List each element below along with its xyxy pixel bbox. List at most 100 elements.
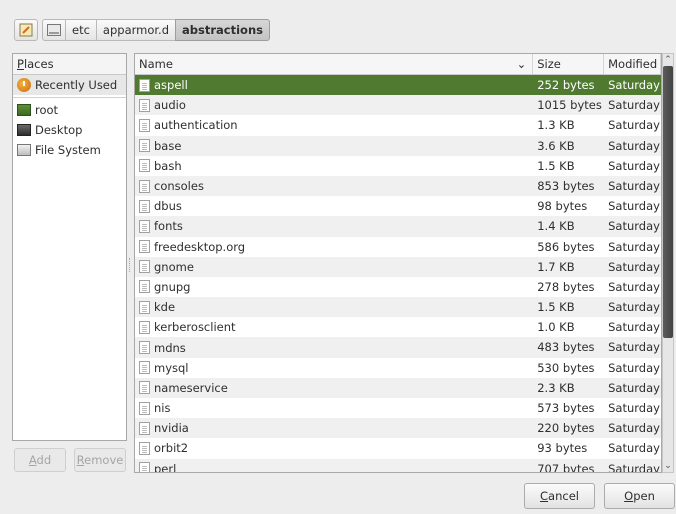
text-file-icon [139,421,150,435]
file-size: 483 bytes [537,340,595,355]
file-modified: Saturday [608,380,660,395]
file-modified: Saturday [608,421,660,436]
file-row[interactable]: perl 707 bytes Saturday [135,458,661,472]
file-row[interactable]: fonts 1.4 KB Saturday [135,216,661,237]
file-modified: Saturday [608,279,660,294]
file-name-cell: nis [135,398,533,418]
file-row[interactable]: nvidia 220 bytes Saturday [135,418,661,439]
scroll-thumb[interactable] [663,66,673,338]
file-name-cell: base [135,136,533,156]
file-name: consoles [154,179,204,194]
place-desktop[interactable]: Desktop [13,120,126,140]
file-modified: Saturday [608,401,660,415]
file-name: nis [154,401,171,416]
place-file-system[interactable]: File System [13,140,126,160]
text-file-icon [139,78,150,92]
file-row[interactable]: mdns 483 bytes Saturday [135,337,661,358]
place-root[interactable]: root [13,100,126,120]
file-modified: Saturday [608,300,660,315]
pane-resize-handle[interactable] [129,258,132,272]
file-name-cell: orbit2 [135,438,533,458]
file-row[interactable]: mysql 530 bytes Saturday [135,358,661,378]
file-name-cell: nameservice [135,378,533,398]
file-row[interactable]: base 3.6 KB Saturday [135,135,661,156]
file-size: 573 bytes [537,401,595,415]
file-name: gnome [154,259,194,274]
root-drive-button[interactable] [42,19,66,41]
edit-location-button[interactable] [14,19,38,41]
file-list: Name ⌄ Size Modified aspell 252 bytes Satu… [134,53,662,473]
file-row[interactable]: nis 573 bytes Saturday [135,398,661,418]
file-row[interactable]: bash 1.5 KB Saturday [135,156,661,176]
path-segment-etc[interactable]: etc [65,19,97,41]
file-modified: Saturday [608,320,660,335]
file-name: audio [154,98,186,113]
file-name-cell: freedesktop.org [135,237,533,257]
file-name-cell: kerberosclient [135,317,533,337]
file-row[interactable]: consoles 853 bytes Saturday [135,175,661,197]
file-row[interactable]: orbit2 93 bytes Saturday [135,438,661,458]
file-size: 1.4 KB [537,219,575,234]
file-name: kerberosclient [154,320,236,335]
text-file-icon [139,361,150,375]
file-row[interactable]: kerberosclient 1.0 KB Saturday [135,317,661,337]
file-name: mdns [154,340,186,355]
remove-button[interactable]: Remove [74,448,126,472]
scroll-down-icon[interactable]: ⌄ [663,460,673,472]
file-row[interactable]: gnupg 278 bytes Saturday [135,277,661,297]
open-button[interactable]: Open [604,483,675,509]
file-modified: Saturday [608,158,660,173]
file-row[interactable]: dbus 98 bytes Saturday [135,196,661,216]
file-size: 586 bytes [537,239,595,254]
add-button[interactable]: Add [14,448,66,472]
cancel-button[interactable]: Cancel [524,483,595,509]
file-name: aspell [154,78,188,93]
vertical-scrollbar[interactable]: ⌃ ⌄ [662,53,674,473]
place-recently-used[interactable]: Recently Used [13,75,126,95]
file-name-cell: authentication [135,115,533,135]
text-file-icon [139,462,150,472]
path-segment-apparmor[interactable]: apparmor.d [95,19,177,41]
column-modified-header[interactable]: Modified [604,54,661,74]
file-name-cell: consoles [135,176,533,196]
text-file-icon [139,341,150,355]
file-row[interactable]: aspell 252 bytes Saturday [135,75,661,96]
file-size: 98 bytes [537,199,588,214]
sort-indicator-icon: ⌄ [516,57,527,71]
file-name: nvidia [154,421,189,436]
file-row[interactable]: freedesktop.org 586 bytes Saturday [135,237,661,257]
file-size: 93 bytes [537,441,588,456]
file-row[interactable]: gnome 1.7 KB Saturday [135,256,661,277]
column-name-header[interactable]: Name ⌄ [135,54,534,74]
file-modified: Saturday [608,178,660,193]
scroll-up-icon[interactable]: ⌃ [663,54,673,66]
file-name-cell: kde [135,297,533,317]
file-name-cell: fonts [135,216,533,236]
file-name-cell: aspell [135,75,533,95]
file-row[interactable]: nameservice 2.3 KB Saturday [135,377,661,398]
file-row[interactable]: kde 1.5 KB Saturday [135,297,661,318]
file-size: 278 bytes [537,279,595,294]
file-name: nameservice [154,380,228,395]
file-size: 252 bytes [537,78,595,92]
text-file-icon [139,179,150,193]
path-segment-abstractions[interactable]: abstractions [175,19,270,41]
places-header: Places [13,54,126,75]
file-size: 853 bytes [537,178,595,193]
file-name-cell: mdns [135,337,533,357]
file-name: fonts [154,219,183,234]
path-segments: etc apparmor.d abstractions [42,19,270,41]
file-rows: aspell 252 bytes Saturday audio 1015 bytes Sa… [135,75,661,472]
text-file-icon [139,118,150,132]
file-row[interactable]: audio 1015 bytes Saturday [135,95,661,116]
text-file-icon [139,260,150,274]
column-size-header[interactable]: Size [533,54,605,74]
file-row[interactable]: authentication 1.3 KB Saturday [135,115,661,135]
text-file-icon [139,159,150,173]
file-name-cell: audio [135,95,533,115]
places-actions: Add Remove [14,448,126,472]
file-modified: Saturday [608,199,660,214]
file-name-cell: gnupg [135,277,533,297]
file-size: 220 bytes [537,421,595,436]
file-size: 2.3 KB [537,380,575,395]
